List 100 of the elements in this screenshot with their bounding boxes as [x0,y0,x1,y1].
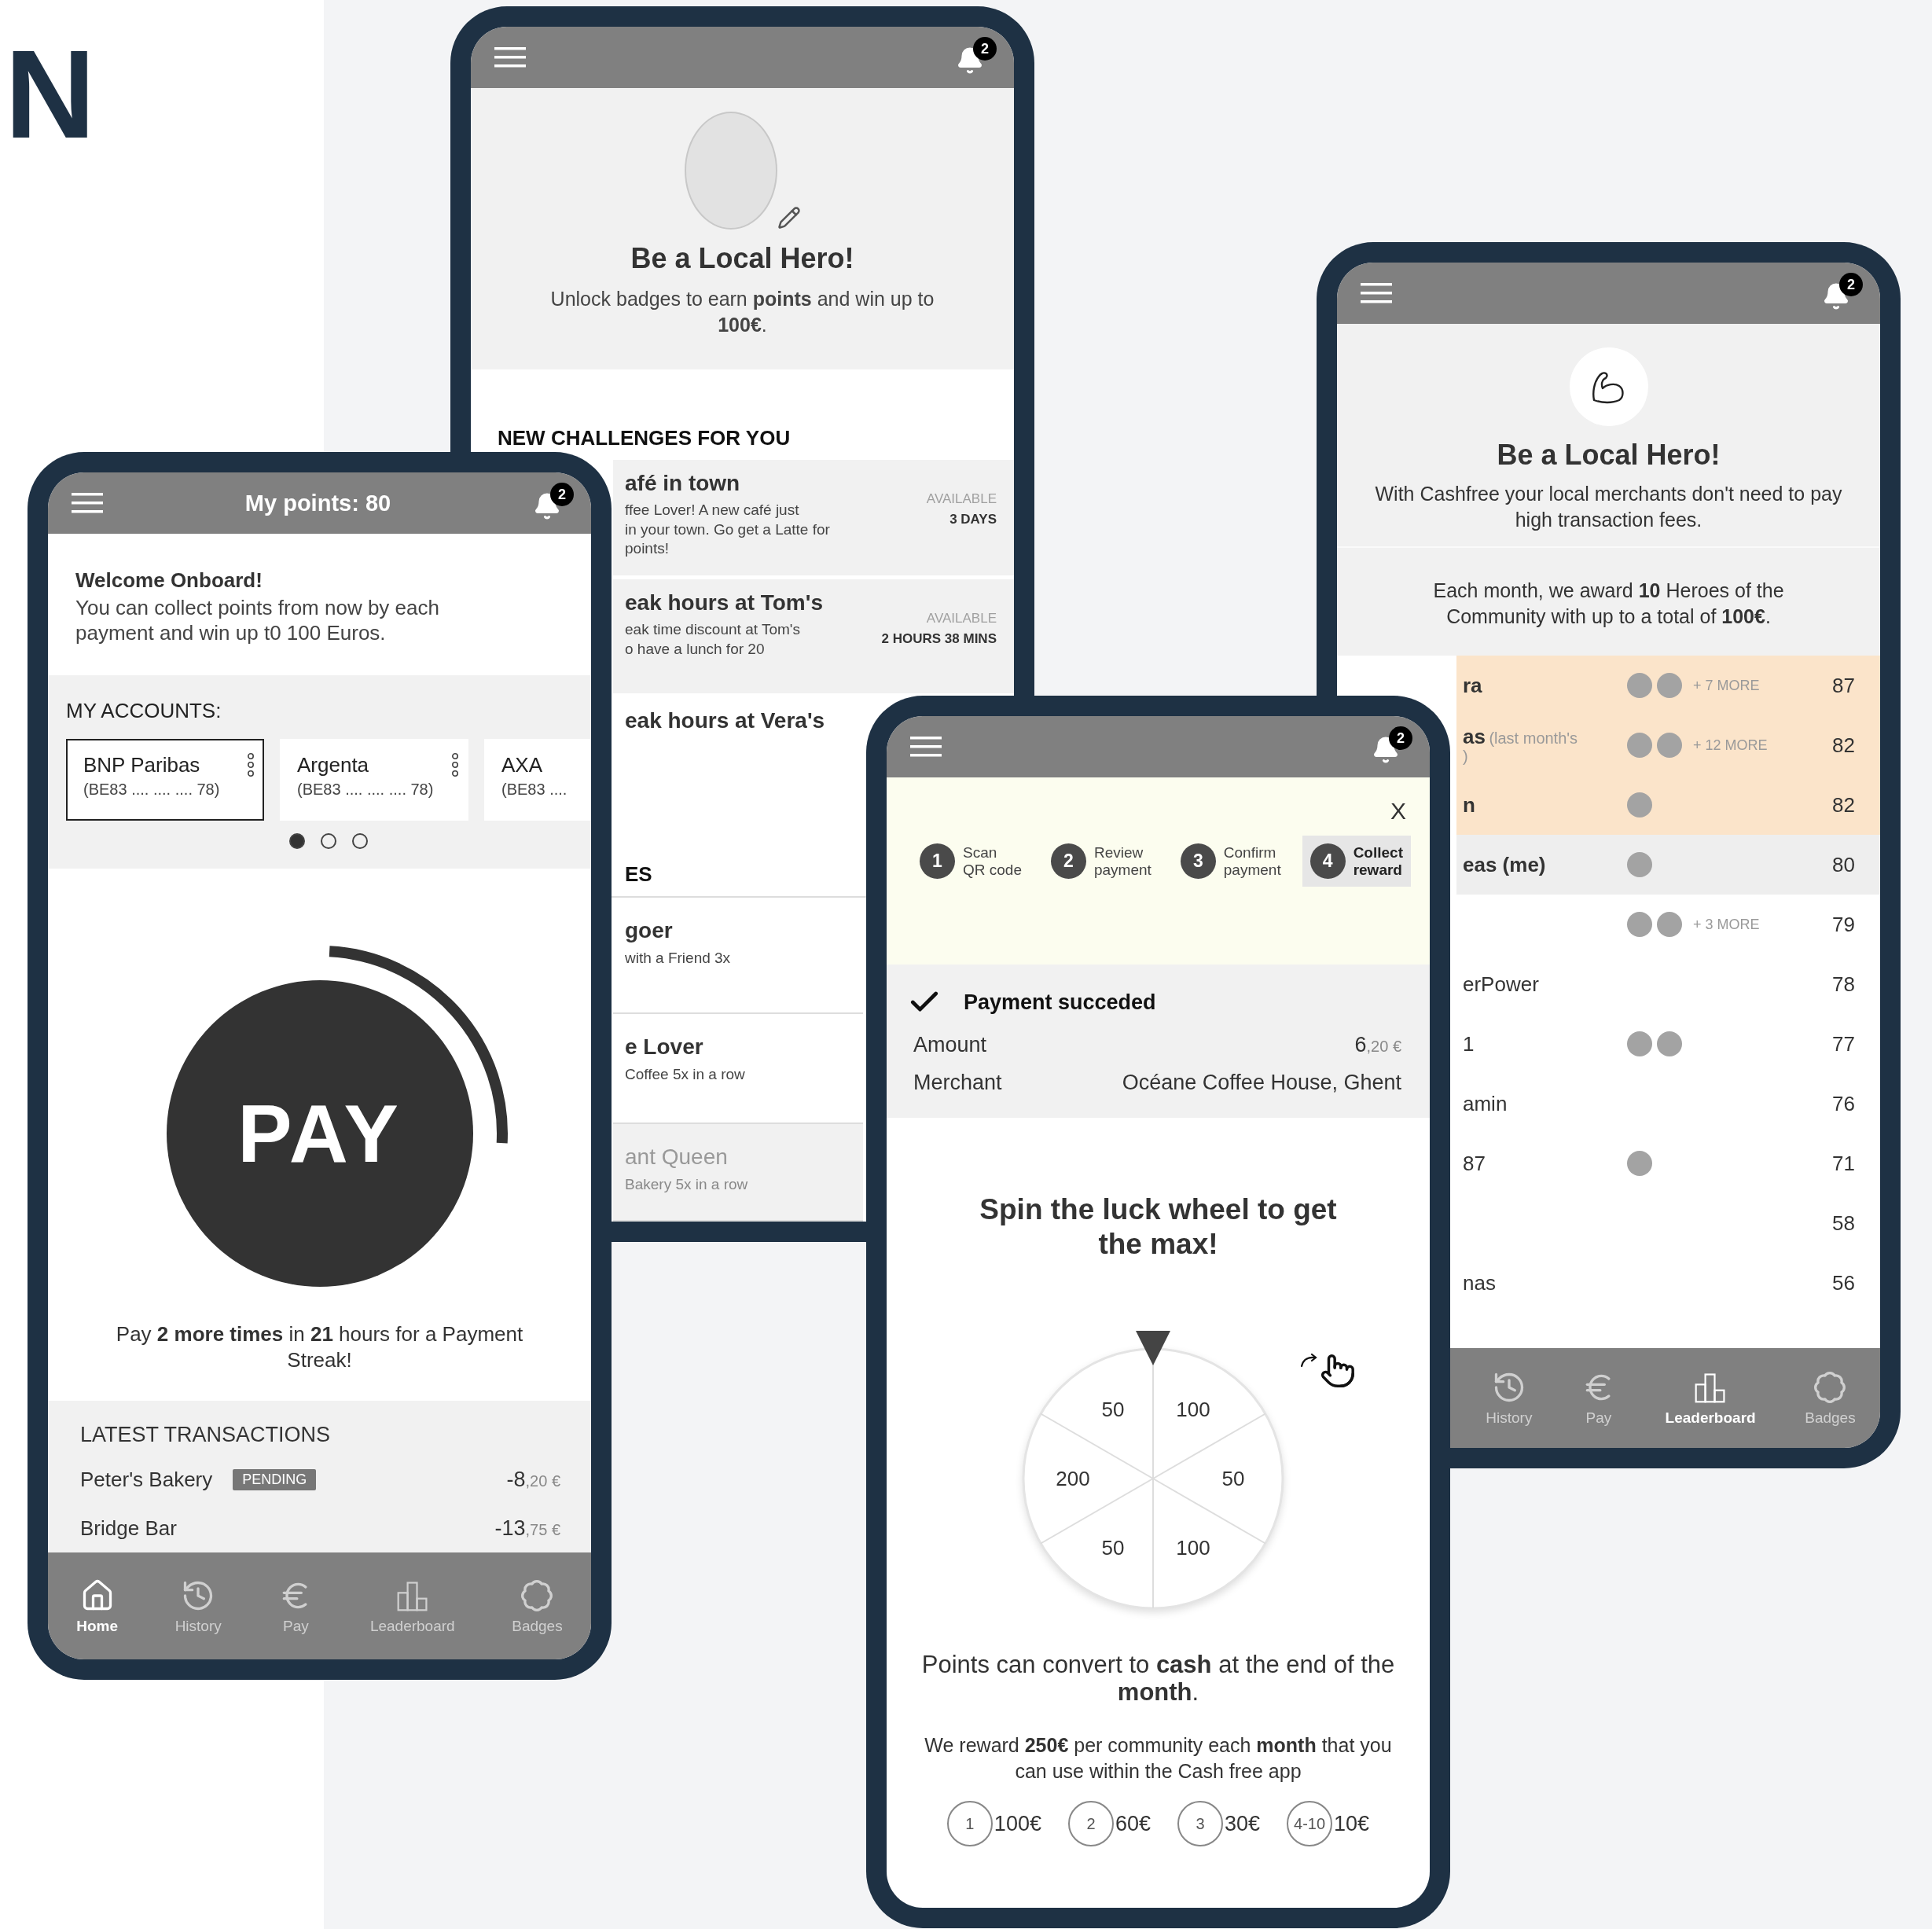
challenge-title: afé in town [625,471,741,496]
score: 82 [1831,792,1855,818]
account-card[interactable]: Argenta (BE83 .... .... .... 78) [280,739,468,821]
badge-title: goer [625,918,674,943]
more-badges: + 12 MORE [1693,737,1768,754]
account-card[interactable]: BNP Paribas (BE83 .... .... .... 78) [66,739,264,821]
rank-circle: 1 [946,1801,993,1847]
badge-icon [1627,1031,1652,1056]
notification-count: 2 [973,37,997,61]
player-name: 87 [1463,1151,1486,1175]
bank-name: Argenta [297,753,370,777]
payment-status: Payment succeded [964,990,1156,1015]
section-heading: LATEST TRANSACTIONS [80,1423,332,1447]
pay-button[interactable]: PAY [166,980,473,1287]
score: 82 [1831,733,1855,758]
rank-circle: 2 [1067,1801,1114,1847]
availability-value: 3 DAYS [949,512,997,527]
menu-icon[interactable] [72,492,103,514]
merchant-name: Bridge Bar [80,1516,177,1541]
score: 77 [1831,1031,1855,1056]
step-number: 2 [1050,843,1086,879]
wheel-value: 100 [1176,1397,1210,1421]
detail-value: Océane Coffee House, Ghent [1122,1070,1401,1095]
notification-count: 2 [1839,273,1863,296]
status-badge: PENDING [233,1468,317,1490]
wheel-value: 50 [1101,1397,1125,1421]
wheel-value: 100 [1176,1536,1210,1560]
score: 58 [1831,1211,1855,1236]
availability-value: 2 HOURS 38 MINS [881,631,997,647]
badge-title: ant Queen [625,1145,729,1170]
header-title: My points: 80 [244,490,392,516]
section-heading: MY ACCOUNTS: [66,699,222,723]
menu-icon[interactable] [494,46,526,68]
merchant-name: Peter's Bakery [80,1467,213,1492]
score: 87 [1831,673,1855,698]
prize-amount: 10€ [1334,1811,1370,1836]
badge-icon [520,1578,555,1613]
badge-icon [1657,673,1682,698]
step-label: Confirm payment [1223,843,1281,879]
section-heading: ES [625,862,652,887]
badge-icon [1627,792,1652,818]
player-name: erPower [1463,972,1539,996]
wheel-pointer-icon [1136,1330,1170,1365]
player-name: amin [1463,1091,1508,1115]
nav-tab[interactable]: Leaderboard [1660,1366,1761,1430]
notification-count: 2 [1389,726,1412,750]
prize-amount: 100€ [994,1811,1041,1836]
menu-icon[interactable] [1361,282,1392,304]
badge-icon [1657,1031,1682,1056]
bank-name: AXA [501,753,544,777]
score: 78 [1831,972,1855,997]
account-number: (BE83 .... .... .... 78) [83,781,220,799]
challenge-row[interactable]: afé in town ffee Lover! A new café just in your town. Go get a Latte for points! AVAILABLE 3 DAYS [613,460,1014,575]
player-name: nas [1463,1270,1496,1295]
challenge-title: eak hours at Vera's [625,708,826,733]
account-card[interactable]: AXA (BE83 .... [484,739,591,821]
more-options-icon[interactable] [247,753,255,777]
name-note: ) [1463,748,1468,766]
detail-label: Merchant [913,1070,1002,1095]
player-name: n [1463,792,1475,817]
more-badges: + 7 MORE [1693,677,1760,694]
score: 76 [1831,1091,1855,1116]
more-options-icon[interactable] [451,753,459,777]
rank-circle: 3 [1177,1801,1223,1847]
player-name: as [1463,724,1486,748]
name-note: (last month's [1489,729,1578,747]
account-number: (BE83 .... .... .... 78) [297,781,434,799]
pager-dot[interactable] [289,833,305,849]
close-button[interactable]: X [1386,795,1411,828]
badge-icon [1627,733,1652,758]
detail-label: Amount [913,1032,987,1057]
pager-dot[interactable] [321,833,336,849]
challenge-row[interactable]: eak hours at Tom's eak time discount at Tom's o have a lunch for 20 AVAILABLE 2 HOURS 38 MINS [613,579,1014,693]
badge-icon [1627,852,1652,877]
nav-tab[interactable]: Home [72,1575,123,1638]
transaction-amount: -8,20 € [506,1467,560,1492]
pager-dot[interactable] [352,833,368,849]
pencil-icon [777,206,801,230]
step-label: Collect reward [1353,843,1403,879]
more-badges: + 3 MORE [1693,916,1760,933]
badge-icon [1627,912,1652,937]
streak-text: Pay 2 more times in 21 hours for a Payment Streak! [115,1321,524,1372]
spin-title: Spin the luck wheel to get the max! [979,1192,1338,1262]
bank-name: BNP Paribas [83,753,201,777]
step-label: Review payment [1093,843,1151,879]
prize-amount: 30€ [1225,1811,1261,1836]
score: 79 [1831,912,1855,937]
rank-circle: 4-10 [1287,1801,1333,1847]
spin-hand-icon[interactable] [1299,1352,1356,1389]
hero-title: Be a Local Hero! [630,242,854,275]
wheel-value: 50 [1101,1536,1125,1560]
step-number: 3 [1180,843,1216,879]
badge-icon [1627,673,1652,698]
step-number: 4 [1309,843,1346,879]
menu-icon[interactable] [910,736,942,758]
award-text: Each month, we award 10 Heroes of the Community with up to a total of 100€. [1432,579,1785,629]
section-heading: NEW CHALLENGES FOR YOU [498,426,791,450]
badge-description: Bakery 5x in a row [625,1176,749,1193]
score: 71 [1831,1151,1855,1176]
challenge-description: ffee Lover! A new café just in your town. Go get a Latte for points! [625,501,831,559]
